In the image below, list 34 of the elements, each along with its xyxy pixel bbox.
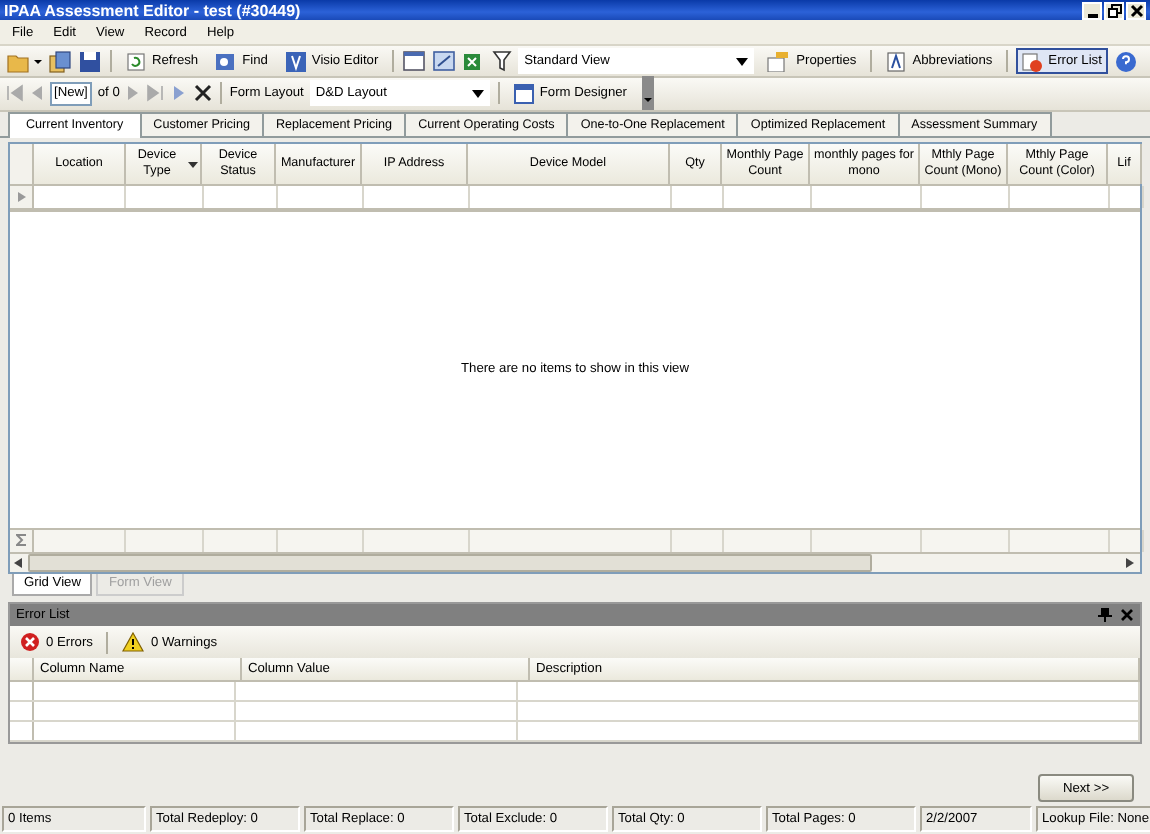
restore-icon — [1107, 3, 1121, 18]
minimize-button[interactable] — [1082, 1, 1102, 20]
delete-icon[interactable] — [193, 84, 212, 103]
close-button[interactable] — [1126, 1, 1146, 20]
row-pointer-icon — [17, 191, 25, 202]
properties-icon — [766, 51, 791, 72]
restore-button[interactable] — [1104, 1, 1124, 20]
sum-icon — [15, 534, 27, 547]
error-list-icon — [1022, 51, 1043, 72]
scroll-right-icon[interactable] — [1126, 557, 1136, 568]
error-icon — [20, 632, 40, 652]
search-icon — [216, 51, 237, 72]
warning-icon — [122, 632, 145, 652]
help-icon[interactable] — [1113, 49, 1138, 74]
documents-icon[interactable] — [48, 49, 72, 74]
window-icon — [513, 83, 534, 104]
window-icon[interactable] — [402, 50, 427, 73]
window-title: IPAA Assessment Editor - test (#30449) — [4, 1, 303, 20]
dropdown-icon — [471, 89, 484, 98]
letter-v-icon — [285, 51, 306, 72]
pin-icon[interactable] — [1098, 608, 1112, 622]
toolbar-overflow-icon[interactable] — [642, 76, 655, 111]
grid-icon[interactable] — [432, 50, 457, 73]
horizontal-scrollbar[interactable] — [10, 551, 1140, 572]
letter-a-icon — [886, 51, 907, 72]
close-icon — [1129, 3, 1143, 18]
save-icon[interactable] — [78, 49, 102, 74]
dropdown-icon — [736, 57, 749, 66]
folder-icon[interactable] — [6, 49, 42, 74]
filter-icon[interactable] — [492, 50, 513, 73]
scroll-left-icon[interactable] — [14, 557, 24, 568]
refresh-icon — [126, 51, 146, 72]
close-icon[interactable] — [1120, 608, 1134, 622]
dropdown-icon[interactable] — [188, 161, 198, 168]
